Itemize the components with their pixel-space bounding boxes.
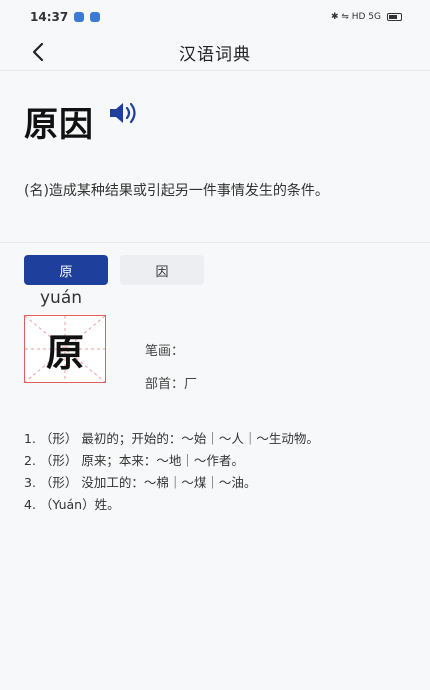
character-glyph: 原 [45,330,84,375]
chevron-left-icon [32,42,44,62]
strokes-label: 笔画： [145,344,185,359]
meaning-item: 3. （形） 没加工的：～棉｜～煤｜～油。 [24,475,257,490]
meanings-list: 1. （形） 最初的；开始的：～始｜～人｜～生动物。 2. （形） 原来；本来：… [24,428,384,516]
tab-char-1[interactable]: 原 [24,255,108,285]
character-grid-box: 原 [24,315,106,383]
definition-text: (名)造成某种结果或引起另一件事情发生的条件。 [24,183,329,199]
section-divider [0,242,430,243]
header: 汉语词典 [0,34,430,70]
meaning-item: 2. （形） 原来；本来：～地｜～作者。 [24,453,244,468]
status-left: 14:37 [30,10,101,24]
word-row: 原因 [24,100,142,150]
status-bar: 14:37 ✱ ⇋ HD 5G [0,0,430,34]
radical-label: 部首：厂 [145,377,198,392]
status-time: 14:37 [30,10,69,24]
meaning-item: 1. （形） 最初的；开始的：～始｜～人｜～生动物。 [24,431,319,446]
speaker-icon[interactable] [108,100,142,126]
pinyin: yuán [40,288,83,308]
status-indicators: ✱ ⇋ HD 5G [330,12,381,22]
word-title: 原因 [24,105,94,145]
battery-icon [387,13,402,21]
app-notification-icon-2 [90,12,101,22]
character-tabs: 原 因 [24,255,204,285]
app-notification-icon [74,12,85,22]
meaning-item: 4. （Yuán）姓。 [24,497,120,512]
header-divider [0,70,430,71]
tab-char-2[interactable]: 因 [120,255,204,285]
page-title: 汉语词典 [179,44,251,65]
back-button[interactable] [24,38,52,66]
status-right: ✱ ⇋ HD 5G [331,12,402,22]
